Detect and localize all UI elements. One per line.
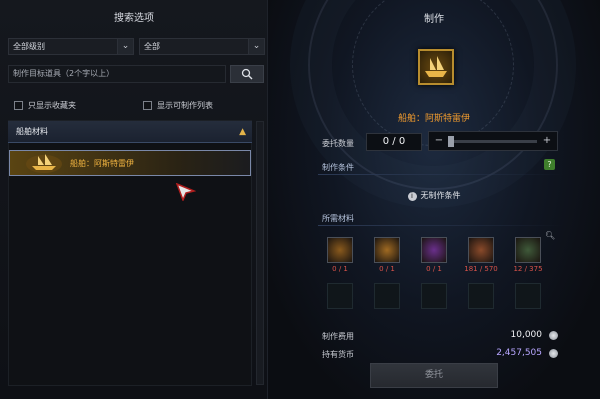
minus-icon[interactable]: − (432, 134, 446, 148)
help-icon[interactable]: ? (544, 159, 555, 170)
owned-currency-value: 2,457,505 (496, 348, 542, 358)
target-item-name: 船舶：阿斯特雷伊 (397, 114, 470, 124)
owned-currency-label: 持有货币 (322, 350, 354, 359)
crafting-panel: 制作 船舶：阿斯特雷伊 委托数量 0 / 0 − + 制作条件 ? i 无制作条件… (268, 0, 600, 399)
timber-log-icon[interactable] (468, 237, 494, 263)
crafting-conditions-label: 制作条件 (322, 163, 354, 172)
rolled-scroll-icon[interactable] (327, 237, 353, 263)
material-count: 181 / 570 (464, 265, 498, 273)
type-select-value: 全部 (144, 42, 160, 51)
quantity-input[interactable]: 0 / 0 (366, 133, 422, 151)
gear-part-icon[interactable] (515, 237, 541, 263)
chevron-down-icon[interactable]: ⌄ (117, 39, 133, 54)
quantity-slider[interactable]: − + (428, 131, 558, 151)
material-count: 0 / 1 (332, 265, 348, 273)
divider (318, 225, 564, 226)
info-icon: i (407, 192, 417, 201)
list-scrollbar[interactable] (256, 121, 264, 385)
magnifier-icon[interactable]: 🔍︎ (545, 231, 555, 240)
material-count: 0 / 1 (379, 265, 395, 273)
empty-material-slot (421, 283, 447, 309)
empty-material-slot (515, 283, 541, 309)
craftable-only-label: 显示可制作列表 (157, 101, 213, 110)
favorites-only-checkbox[interactable]: 只显示收藏夹 (14, 100, 76, 111)
craftable-only-checkbox[interactable]: 显示可制作列表 (143, 100, 213, 111)
category-header-ship-materials[interactable]: 船舶材料 ▲ (8, 121, 252, 143)
search-options-panel: 搜索选项 全部级别 ⌄ 全部 ⌄ 制作目标道具（2个字以上） 只显示收藏夹 显示… (0, 0, 268, 399)
commission-quantity-label: 委托数量 (322, 139, 354, 148)
empty-material-slot (468, 283, 494, 309)
slider-track[interactable] (449, 140, 537, 143)
slider-handle[interactable] (448, 136, 454, 147)
checkbox-box[interactable] (14, 101, 23, 110)
magnifier-icon (241, 68, 253, 80)
category-label: 船舶材料 (16, 127, 48, 136)
crafting-cost-label: 制作费用 (322, 332, 354, 341)
search-button[interactable] (230, 65, 264, 83)
purple-scroll-icon[interactable] (421, 237, 447, 263)
empty-material-slot (374, 283, 400, 309)
checkbox-box[interactable] (143, 101, 152, 110)
ship-icon (418, 49, 454, 85)
plus-icon[interactable]: + (540, 134, 554, 148)
no-conditions-label: 无制作条件 (420, 191, 461, 200)
empty-material-slot (327, 283, 353, 309)
list-item-ship-asterei[interactable]: 船舶：阿斯特雷伊 (9, 150, 251, 176)
chevron-down-icon[interactable]: ⌄ (248, 39, 264, 54)
commission-button[interactable]: 委托 (370, 363, 498, 388)
required-materials-label: 所需材料 (322, 214, 354, 223)
grade-select[interactable]: 全部级别 ⌄ (8, 38, 134, 55)
no-conditions-text: i 无制作条件 (268, 190, 600, 201)
item-label: 船舶：阿斯特雷伊 (70, 158, 134, 168)
crafting-cost-value: 10,000 (510, 330, 543, 340)
type-select[interactable]: 全部 ⌄ (139, 38, 265, 55)
silver-coin-icon (549, 331, 558, 340)
mouse-cursor-icon (176, 183, 196, 201)
crafting-title: 制作 (424, 14, 444, 25)
search-input[interactable]: 制作目标道具（2个字以上） (8, 65, 226, 83)
parchment-icon[interactable] (374, 237, 400, 263)
ship-icon (24, 152, 64, 174)
silver-coin-icon (549, 349, 558, 358)
favorites-only-label: 只显示收藏夹 (28, 101, 76, 110)
material-count: 0 / 1 (426, 265, 442, 273)
grade-select-value: 全部级别 (13, 42, 45, 51)
chevron-up-icon[interactable]: ▲ (239, 121, 246, 143)
material-count: 12 / 375 (513, 265, 543, 273)
search-options-title: 搜索选项 (114, 13, 154, 24)
divider (318, 174, 564, 175)
crafting-window: 搜索选项 全部级别 ⌄ 全部 ⌄ 制作目标道具（2个字以上） 只显示收藏夹 显示… (0, 0, 600, 399)
